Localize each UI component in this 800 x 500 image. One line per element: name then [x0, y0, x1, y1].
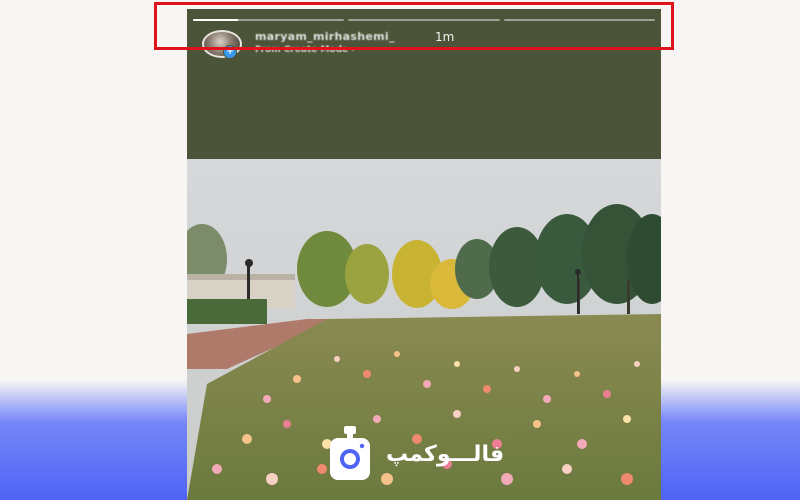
- highlight-box: [154, 2, 674, 50]
- brand-name: فالـــوکمپ: [386, 441, 505, 467]
- camera-logo-icon: [330, 426, 370, 480]
- brand-logo: فالـــوکمپ: [328, 424, 504, 484]
